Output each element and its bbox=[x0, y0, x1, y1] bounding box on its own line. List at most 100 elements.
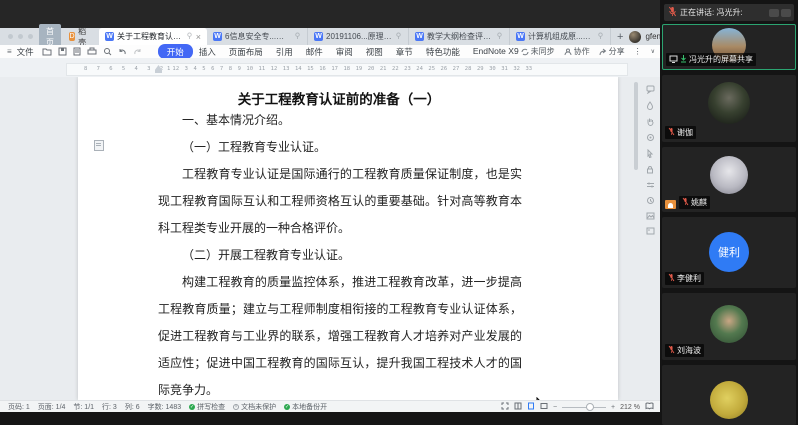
print-icon[interactable] bbox=[87, 47, 97, 56]
participant-tile[interactable]: 健利 李健利 bbox=[662, 217, 796, 288]
layout-toggle-icons[interactable] bbox=[769, 9, 791, 17]
picture-tool-icon[interactable] bbox=[646, 212, 655, 220]
writer-doc-icon: W bbox=[415, 32, 424, 41]
zoom-level[interactable]: 212 % bbox=[620, 404, 640, 411]
comment-tool-icon[interactable] bbox=[646, 85, 655, 94]
document-title: 关于工程教育认证前的准备（一） bbox=[158, 88, 520, 108]
horizontal-ruler[interactable]: 8 7 6 5 4 3 2 1 1 2 3 4 5 6 7 8 9 10 11 … bbox=[0, 58, 660, 77]
redo-icon[interactable] bbox=[133, 48, 142, 56]
pin-icon[interactable] bbox=[496, 32, 503, 41]
sync-icon bbox=[521, 48, 529, 56]
zoom-slider-knob[interactable] bbox=[586, 403, 594, 411]
ribbon-tab-page-layout[interactable]: 页面布局 bbox=[229, 46, 263, 58]
collapse-ribbon-icon[interactable]: ∨ bbox=[651, 48, 655, 55]
doc-line: （一）工程教育专业认证。 bbox=[158, 138, 522, 155]
zoom-out-button[interactable]: − bbox=[553, 404, 557, 411]
window-control-dots[interactable] bbox=[8, 34, 33, 39]
fullscreen-icon[interactable] bbox=[501, 402, 509, 412]
mic-muted-icon bbox=[668, 6, 677, 19]
save-icon[interactable] bbox=[58, 47, 67, 56]
doc-line: 工程教育质量；建立与工程师制度相衔接的工程教育专业认证体系， bbox=[158, 300, 522, 316]
quick-access-toolbar bbox=[42, 47, 142, 56]
participant-name-label: 谢伽 bbox=[665, 126, 696, 139]
close-icon[interactable]: × bbox=[196, 32, 201, 42]
ribbon-tab-endnote[interactable]: EndNote X9 bbox=[473, 46, 519, 58]
pin-icon[interactable] bbox=[597, 32, 604, 41]
page-fit-icon[interactable] bbox=[645, 402, 654, 412]
locate-icon[interactable] bbox=[646, 133, 655, 142]
ribbon-tab-references[interactable]: 引用 bbox=[276, 46, 293, 58]
status-section: 节: 1/1 bbox=[73, 402, 94, 412]
hamburger-icon[interactable]: ≡ bbox=[7, 47, 12, 56]
highlighter-icon[interactable] bbox=[646, 101, 654, 110]
ribbon-tab-view[interactable]: 视图 bbox=[366, 46, 383, 58]
participant-tile[interactable]: 姚麒 bbox=[662, 147, 796, 212]
new-tab-button[interactable]: + bbox=[617, 31, 623, 43]
read-layout-icon[interactable] bbox=[514, 402, 522, 412]
doc-tab[interactable]: W 计算机组成原...情况评价报告 bbox=[510, 28, 611, 45]
print-layout-icon[interactable] bbox=[527, 402, 535, 412]
screenshot-tool-icon[interactable] bbox=[646, 227, 655, 235]
menu-file[interactable]: 文件 bbox=[17, 46, 34, 58]
ribbon-tab-insert[interactable]: 插入 bbox=[199, 46, 216, 58]
print-preview-icon[interactable] bbox=[103, 47, 112, 56]
participant-tile[interactable]: 刘海波 bbox=[662, 293, 796, 360]
doc-line: 适应性；促进中国工程教育的国际互认，提升我国工程技术人才的国 bbox=[158, 354, 522, 370]
sync-status-button[interactable]: 未同步 bbox=[521, 46, 555, 57]
document-protect-status[interactable]: × 文档未保护 bbox=[233, 402, 276, 412]
doc-tab-active[interactable]: W 关于工程教育认证前的准备 × bbox=[99, 28, 207, 45]
zoom-slider[interactable] bbox=[562, 407, 606, 408]
select-pointer-icon[interactable] bbox=[646, 149, 654, 158]
mic-muted-icon bbox=[668, 273, 675, 284]
doc-line: 科工程类专业开展的一种合格评价。 bbox=[158, 219, 522, 236]
participant-tile-screenshare[interactable]: 冯光升的屏幕共享 bbox=[662, 24, 796, 70]
more-menu-icon[interactable]: ⋮ bbox=[634, 47, 642, 56]
doc-line: 促进工程教育与工业界的联系，增强工程教育人才培养对产业发展的 bbox=[158, 327, 522, 343]
doc-tab[interactable]: W 6信息安全专...年度报备材料 bbox=[207, 28, 308, 45]
export-pdf-icon[interactable] bbox=[73, 47, 81, 56]
doc-line: 构建工程教育的质量监控体系，推进工程教育改革，进一步提高 bbox=[158, 273, 522, 289]
speaking-indicator-bar: 正在讲话: 冯光升: bbox=[664, 4, 794, 21]
lock-icon[interactable] bbox=[646, 165, 654, 174]
collaborate-button[interactable]: 协作 bbox=[564, 46, 590, 57]
doc-tab[interactable]: W 20191106...原理-教学大纲 bbox=[308, 28, 409, 45]
doc-tab-label: 6信息安全专...年度报备材料 bbox=[225, 31, 291, 42]
pin-icon[interactable] bbox=[186, 32, 193, 41]
pin-icon[interactable] bbox=[294, 32, 301, 41]
web-layout-icon[interactable] bbox=[540, 402, 548, 412]
ribbon-tab-home[interactable]: 开始 bbox=[158, 44, 193, 59]
circle-x-icon: × bbox=[233, 404, 239, 410]
shared-screen-region: 首页 D 稻壳 W 关于工程教育认证前的准备 × W 6信息安全专...年度报备… bbox=[0, 0, 660, 425]
share-button[interactable]: 分享 bbox=[599, 46, 625, 57]
open-icon[interactable] bbox=[42, 47, 52, 56]
history-icon[interactable] bbox=[646, 196, 655, 205]
document-area[interactable]: 关于工程教育认证前的准备（一） 一、基本情况介绍。 （一）工程教育专业认证。 工… bbox=[0, 77, 660, 400]
status-word-count[interactable]: 字数: 1483 bbox=[148, 402, 181, 412]
ribbon-tab-section[interactable]: 章节 bbox=[396, 46, 413, 58]
undo-icon[interactable] bbox=[118, 48, 127, 56]
local-backup-status[interactable]: ✓ 本地备份开 bbox=[284, 402, 327, 412]
adjust-settings-icon[interactable] bbox=[646, 181, 655, 189]
ribbon-tabs: 插入 页面布局 引用 邮件 审阅 视图 章节 特色功能 EndNote X9 bbox=[199, 46, 519, 58]
speaking-label: 正在讲话: 冯光升: bbox=[680, 7, 743, 18]
doc-tab[interactable]: W 教学大纲检查评分表.docx bbox=[409, 28, 510, 45]
speaker-view-icon bbox=[781, 9, 791, 17]
participant-name-label: 刘海波 bbox=[665, 344, 704, 357]
comment-marker-icon[interactable] bbox=[94, 140, 104, 151]
share-letterbox-top bbox=[0, 0, 660, 28]
participant-tile[interactable]: 谢伽 bbox=[662, 75, 796, 142]
hand-tool-icon[interactable] bbox=[646, 117, 655, 126]
spell-check-status[interactable]: ✓ 拼写检查 bbox=[189, 402, 225, 412]
pin-icon[interactable] bbox=[395, 32, 402, 41]
participant-name-label: 冯光升的屏幕共享 bbox=[666, 53, 756, 66]
zoom-in-button[interactable]: + bbox=[611, 404, 615, 411]
participant-avatar bbox=[710, 305, 748, 343]
download-arrow-icon bbox=[680, 55, 687, 65]
vertical-scrollbar[interactable] bbox=[634, 82, 638, 170]
participant-tile[interactable] bbox=[662, 365, 796, 425]
ribbon-tab-special-features[interactable]: 特色功能 bbox=[426, 46, 460, 58]
ribbon-tab-review[interactable]: 审阅 bbox=[336, 46, 353, 58]
ribbon-tab-mailings[interactable]: 邮件 bbox=[306, 46, 323, 58]
doc-tab-label: 关于工程教育认证前的准备 bbox=[117, 31, 183, 42]
mic-muted-icon bbox=[668, 127, 675, 138]
